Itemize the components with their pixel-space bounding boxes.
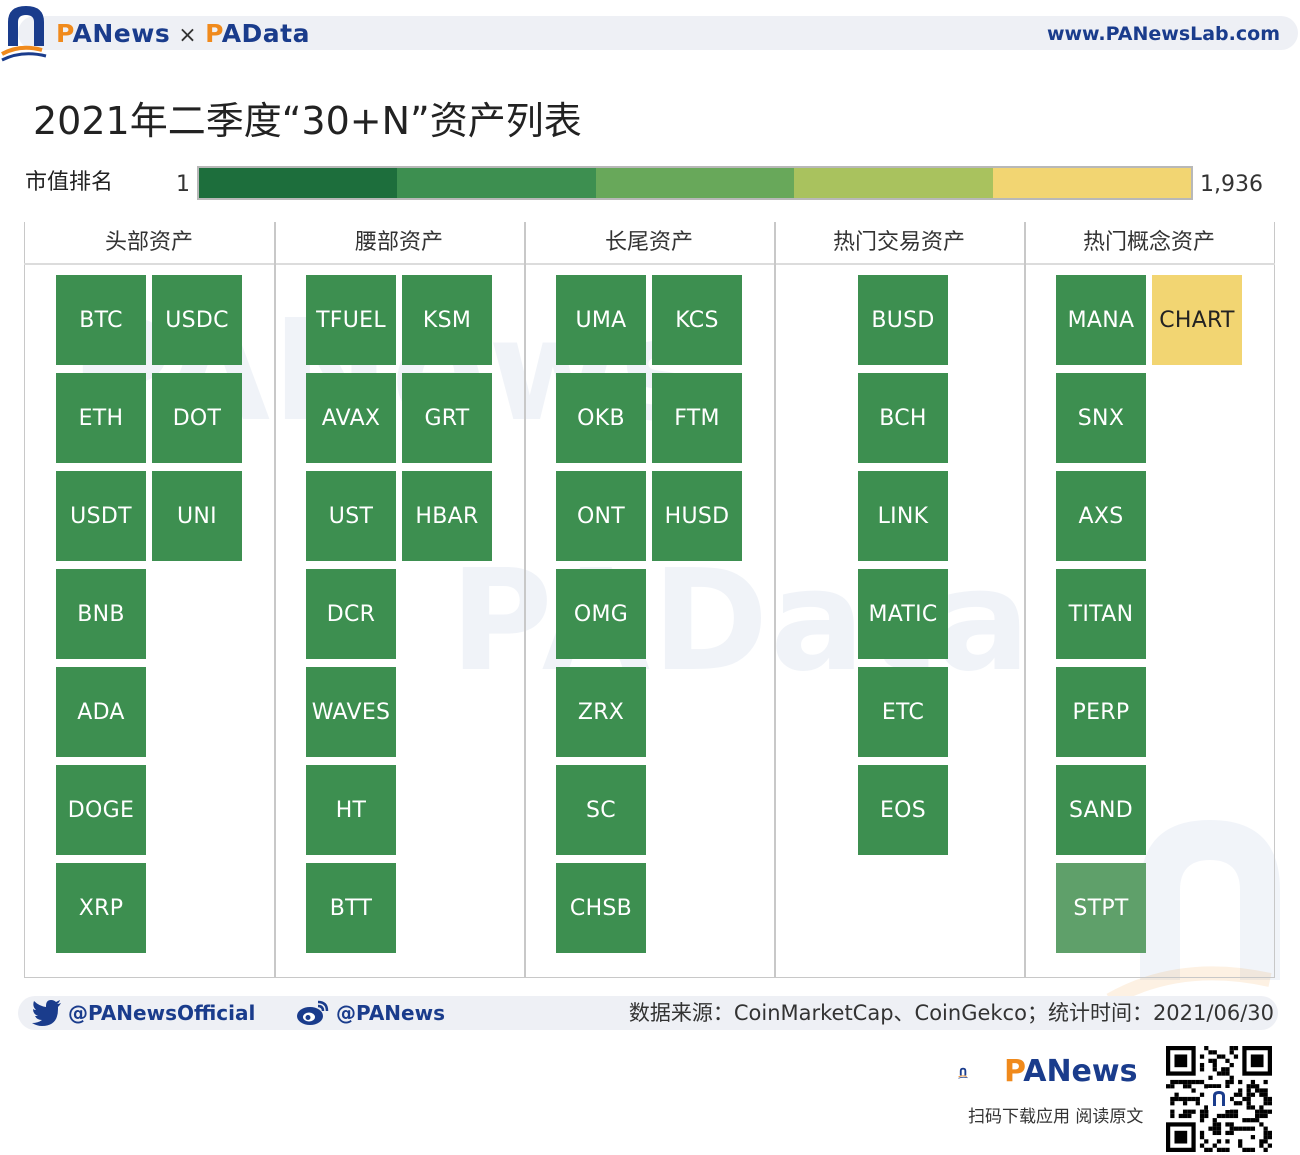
asset-tile-matic: MATIC bbox=[858, 569, 948, 659]
legend-label: 市值排名 bbox=[25, 170, 114, 195]
asset-tile-btt: BTT bbox=[306, 863, 396, 953]
asset-tile-husd: HUSD bbox=[652, 471, 742, 561]
column-header: 腰部资产 bbox=[354, 230, 443, 255]
legend-max-value: 1,936 bbox=[1200, 172, 1263, 197]
legend-min-value: 1 bbox=[176, 172, 190, 197]
asset-tile-titan: TITAN bbox=[1056, 569, 1146, 659]
qr-code-icon[interactable] bbox=[1166, 1046, 1272, 1152]
twitter-handle[interactable]: @PANewsOfficial bbox=[32, 996, 255, 1030]
column-divider bbox=[524, 222, 526, 978]
asset-tile-snx: SNX bbox=[1056, 373, 1146, 463]
asset-tile-eos: EOS bbox=[858, 765, 948, 855]
brand-title: PANews × PAData bbox=[56, 18, 310, 50]
weibo-handle-text: @PANews bbox=[336, 1001, 445, 1025]
asset-tile-etc: ETC bbox=[858, 667, 948, 757]
rank-color-scale bbox=[197, 166, 1193, 200]
column-divider bbox=[274, 222, 276, 978]
site-url-link[interactable]: www.PANewsLab.com bbox=[1047, 18, 1280, 50]
asset-tile-usdc: USDC bbox=[152, 275, 242, 365]
twitter-handle-text: @PANewsOfficial bbox=[68, 1001, 256, 1025]
brand-panews: PANews bbox=[56, 19, 171, 48]
asset-tile-omg: OMG bbox=[556, 569, 646, 659]
footer-slogan: 扫码下载应用 阅读原文 bbox=[968, 1107, 1144, 1127]
scale-segment bbox=[595, 168, 795, 198]
asset-tile-ht: HT bbox=[306, 765, 396, 855]
footer-logo-icon bbox=[958, 1067, 968, 1079]
asset-tile-ksm: KSM bbox=[402, 275, 492, 365]
asset-tile-perp: PERP bbox=[1056, 667, 1146, 757]
data-source-note: 数据来源：CoinMarketCap、CoinGekco；统计时间：2021/0… bbox=[628, 1001, 1274, 1025]
asset-tile-link: LINK bbox=[858, 471, 948, 561]
asset-tile-okb: OKB bbox=[556, 373, 646, 463]
column-header: 热门概念资产 bbox=[1082, 230, 1215, 255]
column-divider bbox=[774, 222, 776, 978]
asset-tile-ust: UST bbox=[306, 471, 396, 561]
asset-tile-zrx: ZRX bbox=[556, 667, 646, 757]
asset-tile-bnb: BNB bbox=[56, 569, 146, 659]
column-header: 热门交易资产 bbox=[832, 230, 965, 255]
scale-segment bbox=[992, 168, 1192, 198]
asset-tile-axs: AXS bbox=[1056, 471, 1146, 561]
asset-tile-chart: CHART bbox=[1152, 275, 1242, 365]
twitter-icon bbox=[32, 1000, 61, 1026]
asset-tile-ont: ONT bbox=[556, 471, 646, 561]
column-divider bbox=[1024, 222, 1026, 978]
asset-tile-grt: GRT bbox=[402, 373, 492, 463]
asset-tile-stpt: STPT bbox=[1056, 863, 1146, 953]
scale-segment bbox=[794, 168, 993, 198]
asset-tile-eth: ETH bbox=[56, 373, 146, 463]
weibo-icon bbox=[297, 1000, 329, 1025]
asset-tile-bch: BCH bbox=[858, 373, 948, 463]
asset-tile-avax: AVAX bbox=[306, 373, 396, 463]
column-header: 长尾资产 bbox=[604, 230, 693, 255]
asset-tile-btc: BTC bbox=[56, 275, 146, 365]
asset-tile-hbar: HBAR bbox=[402, 471, 492, 561]
asset-tile-usdt: USDT bbox=[56, 471, 146, 561]
column-header: 头部资产 bbox=[104, 230, 193, 255]
asset-tile-sand: SAND bbox=[1056, 765, 1146, 855]
panews-logo-icon bbox=[1, 6, 47, 62]
asset-tile-doge: DOGE bbox=[56, 765, 146, 855]
asset-tile-waves: WAVES bbox=[306, 667, 396, 757]
asset-tile-ada: ADA bbox=[56, 667, 146, 757]
brand-separator: × bbox=[178, 23, 198, 48]
asset-tile-kcs: KCS bbox=[652, 275, 742, 365]
asset-tile-ftm: FTM bbox=[652, 373, 742, 463]
page-title: 2021年二季度“30+N”资产列表 bbox=[33, 99, 582, 143]
asset-tile-dcr: DCR bbox=[306, 569, 396, 659]
scale-segment bbox=[397, 168, 596, 198]
header-divider bbox=[24, 263, 1275, 265]
weibo-handle[interactable]: @PANews bbox=[296, 996, 445, 1030]
asset-tile-sc: SC bbox=[556, 765, 646, 855]
asset-tile-xrp: XRP bbox=[56, 863, 146, 953]
brand-padata: PAData bbox=[205, 19, 310, 48]
asset-tile-chsb: CHSB bbox=[556, 863, 646, 953]
scale-segment bbox=[199, 168, 398, 198]
asset-tile-dot: DOT bbox=[152, 373, 242, 463]
asset-tile-tfuel: TFUEL bbox=[306, 275, 396, 365]
asset-tile-busd: BUSD bbox=[858, 275, 948, 365]
footer-brand: PANews bbox=[1004, 1054, 1138, 1089]
asset-tile-uma: UMA bbox=[556, 275, 646, 365]
asset-tile-uni: UNI bbox=[152, 471, 242, 561]
asset-tile-mana: MANA bbox=[1056, 275, 1146, 365]
